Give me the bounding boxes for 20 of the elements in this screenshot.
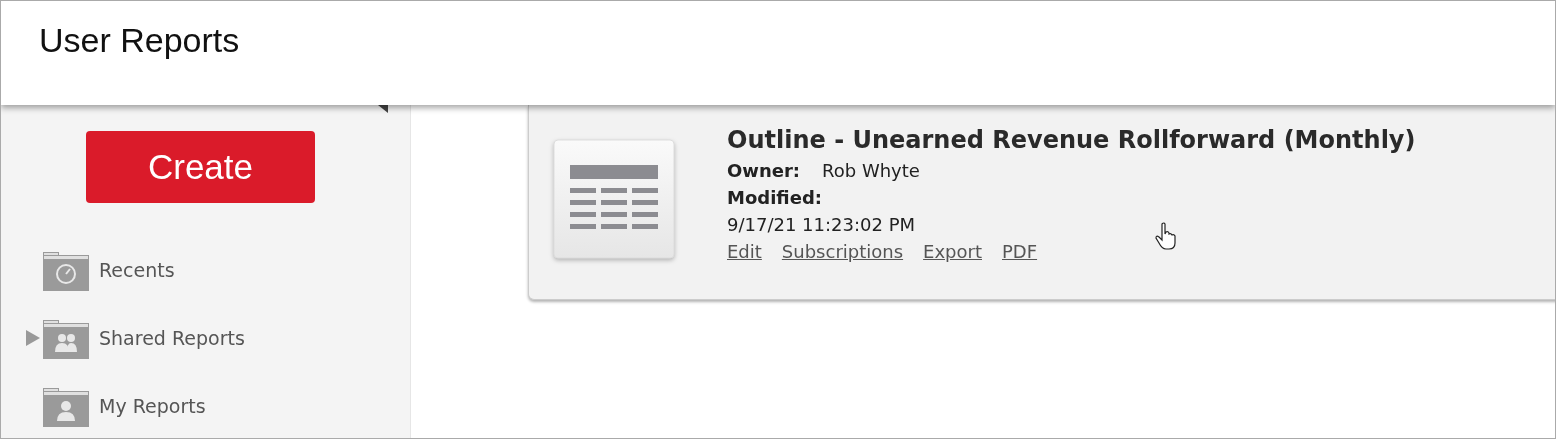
group-folder-icon xyxy=(43,317,89,359)
action-link[interactable]: Subscriptions xyxy=(781,238,904,265)
sidebar-item[interactable]: My Reports xyxy=(99,395,206,417)
page-title: User Reports xyxy=(39,21,240,60)
expand-arrow-icon[interactable] xyxy=(26,330,40,346)
action-link[interactable]: Edit xyxy=(727,238,762,265)
user-folder-icon xyxy=(43,385,89,427)
hand-pointer-icon xyxy=(1155,222,1177,250)
table-report-icon xyxy=(553,139,675,261)
report-title: Outline - Unearned Revenue Rollforward (Monthly) xyxy=(727,125,1416,156)
owner-label: Owner: xyxy=(727,160,801,181)
action-link[interactable]: Export xyxy=(923,238,982,265)
create-button[interactable]: Create xyxy=(86,131,315,203)
modified-date: 9/17/21 11:23:02 PM xyxy=(727,214,916,235)
clock-folder-icon xyxy=(43,249,89,291)
owner-name: Rob Whyte xyxy=(822,160,920,181)
action-link[interactable]: PDF xyxy=(1002,238,1038,265)
sidebar-item[interactable]: Recents xyxy=(99,259,175,281)
modified-label: Modified: xyxy=(727,187,822,208)
sidebar-item[interactable]: Shared Reports xyxy=(99,327,245,349)
